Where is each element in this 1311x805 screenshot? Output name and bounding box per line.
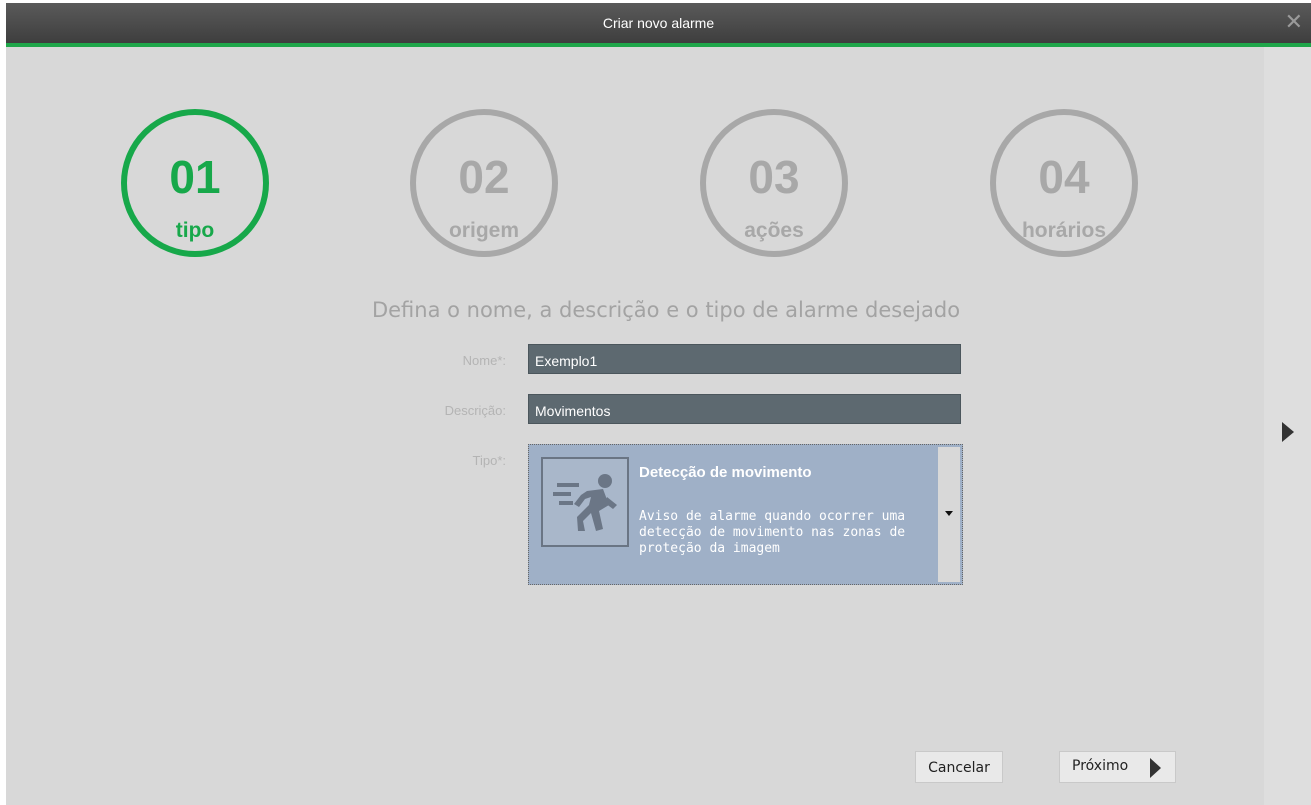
page-subtitle: Defina o nome, a descrição e o tipo de a… (371, 298, 961, 322)
title-bar: Criar novo alarme ✕ (6, 3, 1311, 47)
step-number: 03 (748, 151, 800, 203)
step-acoes[interactable]: 03 ações (700, 109, 848, 257)
step-label: horários (1021, 219, 1107, 242)
type-dropdown-button[interactable] (938, 447, 960, 582)
type-selected-option[interactable]: Detecção de movimento Aviso de alarme qu… (531, 447, 937, 582)
cancel-button[interactable]: Cancelar (915, 751, 1003, 783)
step-label: tipo (175, 219, 215, 242)
caret-down-icon (945, 511, 953, 516)
step-number: 02 (458, 151, 510, 203)
step-number: 01 (169, 151, 221, 203)
type-option-description: Aviso de alarme quando ocorrer uma detec… (639, 509, 906, 556)
name-label: Nome*: (462, 353, 506, 368)
step-horarios[interactable]: 04 horários (990, 109, 1138, 257)
description-label: Descrição: (444, 403, 506, 418)
next-button[interactable]: Próximo (1059, 751, 1176, 783)
next-step-arrow-icon[interactable] (1282, 422, 1294, 442)
arrow-right-icon (1150, 758, 1161, 778)
description-input[interactable]: Movimentos (528, 394, 961, 424)
step-tipo[interactable]: 01 tipo (121, 109, 269, 257)
close-icon[interactable]: ✕ (1285, 10, 1303, 35)
step-number: 04 (1038, 151, 1090, 203)
name-input[interactable]: Exemplo1 (528, 344, 961, 374)
type-select[interactable]: Detecção de movimento Aviso de alarme qu… (528, 444, 963, 585)
dialog-title: Criar novo alarme (602, 15, 715, 31)
next-button-label: Próximo (1072, 758, 1129, 774)
running-person-icon (541, 457, 629, 547)
type-option-title: Detecção de movimento (639, 464, 812, 481)
step-label: origem (448, 219, 519, 242)
type-label: Tipo*: (472, 453, 506, 468)
step-label: ações (744, 219, 804, 242)
dialog-window: Criar novo alarme ✕ 01 tipo 02 origem 03… (6, 3, 1311, 805)
step-origem[interactable]: 02 origem (410, 109, 558, 257)
